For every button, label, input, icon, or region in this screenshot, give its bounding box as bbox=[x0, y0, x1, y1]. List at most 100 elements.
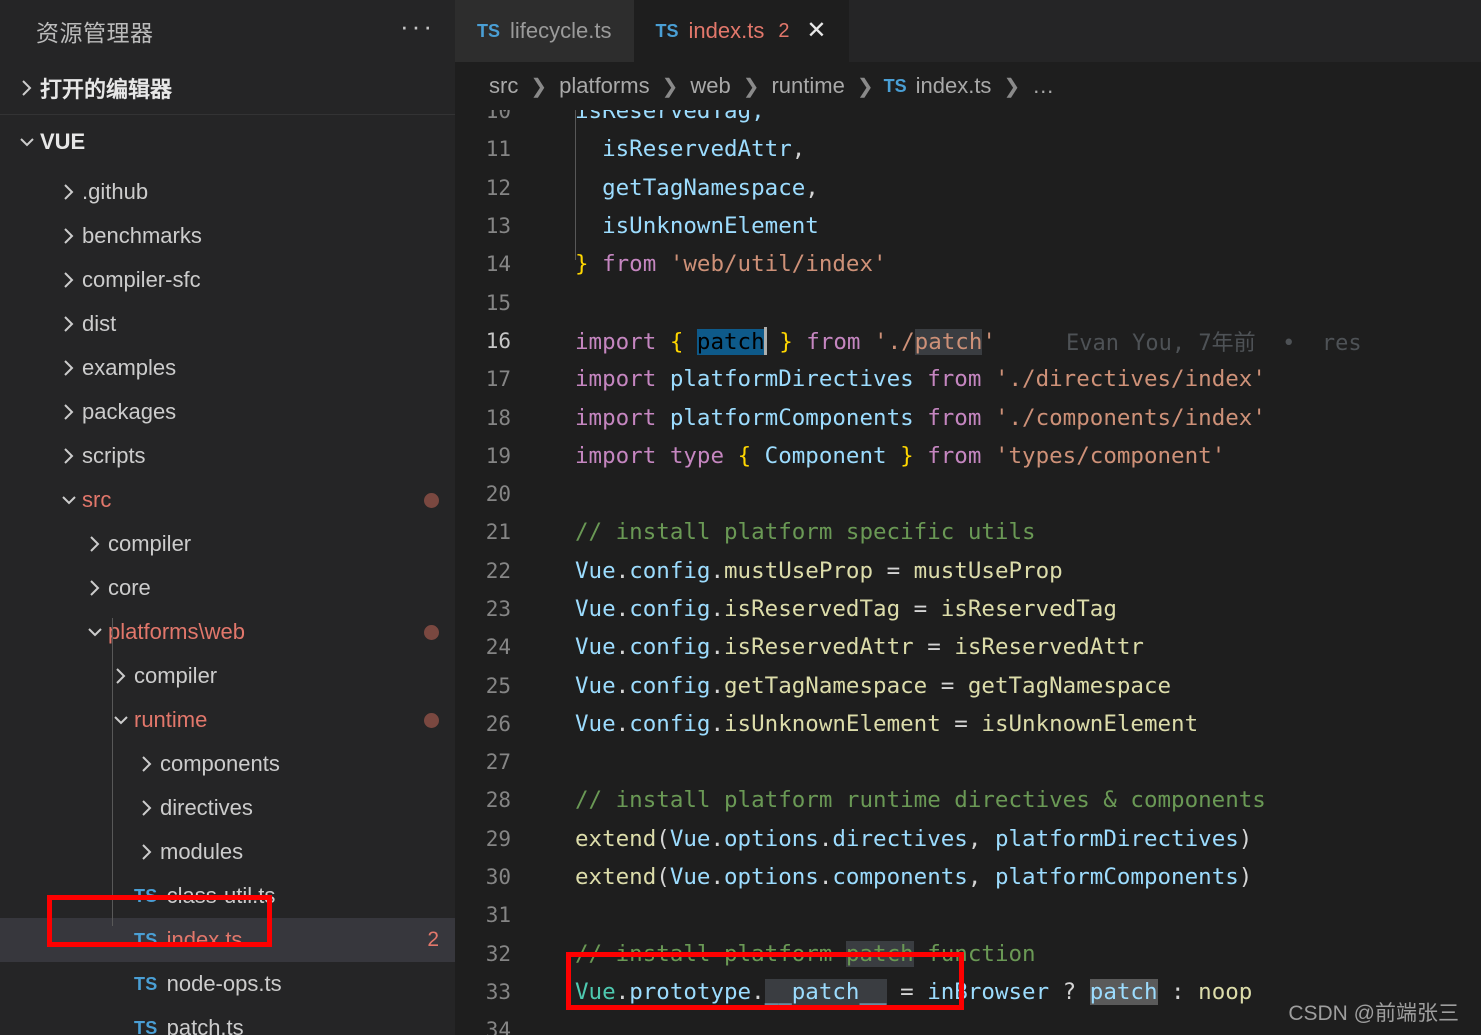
tree-item-platforms-web[interactable]: platforms\web bbox=[0, 610, 455, 654]
chevron-right-icon bbox=[56, 401, 82, 423]
breadcrumb-item[interactable]: src bbox=[487, 73, 520, 99]
tree-item-label: directives bbox=[160, 795, 253, 820]
code-line-15: 15 bbox=[455, 283, 1481, 321]
line-number: 30 bbox=[485, 865, 511, 890]
line-number: 16 bbox=[485, 328, 511, 353]
workspace-root-row[interactable]: VUE bbox=[0, 115, 455, 168]
tree-item-directives[interactable]: directives bbox=[0, 786, 455, 830]
tab-problem-count: 2 bbox=[778, 19, 790, 42]
tree-item-src[interactable]: src bbox=[0, 478, 455, 522]
tree-item-label: compiler bbox=[134, 663, 218, 688]
code-line-12: 12 getTagNamespace, bbox=[455, 169, 1481, 207]
chevron-right-icon bbox=[56, 269, 82, 291]
typescript-file-icon: TS bbox=[883, 75, 907, 96]
tree-item--github[interactable]: .github bbox=[0, 170, 455, 214]
code-line-text: import type { Component } from 'types/co… bbox=[575, 442, 1226, 469]
line-number: 22 bbox=[485, 558, 511, 583]
tab-label: lifecycle.ts bbox=[510, 18, 612, 43]
code-line-26: 26 Vue.config.isUnknownElement = isUnknow… bbox=[455, 705, 1481, 743]
tree-item-compiler[interactable]: compiler bbox=[0, 654, 455, 698]
code-line-text: Vue.config.isReservedTag = isReservedTag bbox=[575, 596, 1117, 622]
tree-item-runtime[interactable]: runtime bbox=[0, 698, 455, 742]
code-line-text: // install platform specific utils bbox=[575, 519, 1036, 546]
code-line-31: 31 bbox=[455, 896, 1481, 934]
breadcrumb-item[interactable]: web bbox=[688, 73, 732, 99]
tree-item-class-util-ts[interactable]: TS class-util.ts bbox=[0, 874, 455, 918]
code-line-text: isReservedAttr, bbox=[602, 136, 806, 163]
tree-item-benchmarks[interactable]: benchmarks bbox=[0, 214, 455, 258]
breadcrumb-ellipsis[interactable]: … bbox=[1030, 73, 1056, 99]
tree-item-label: components bbox=[160, 751, 280, 776]
typescript-file-icon: TS bbox=[134, 1017, 158, 1035]
git-modified-dot-icon bbox=[424, 624, 439, 640]
tab-label: index.ts bbox=[688, 18, 765, 43]
breadcrumb-item[interactable]: platforms bbox=[557, 73, 651, 99]
code-editor[interactable]: 10 isReservedTag, 11 isReservedAttr, 12 get… bbox=[455, 110, 1481, 1035]
code-line-11: 11 isReservedAttr, bbox=[455, 130, 1481, 168]
editor-tab-lifecycle-ts[interactable]: TS lifecycle.ts bbox=[455, 0, 634, 62]
more-actions-icon[interactable]: ··· bbox=[400, 13, 435, 41]
code-indent-guide bbox=[575, 110, 576, 260]
editor-tab-index-ts[interactable]: TS index.ts 2 ✕ bbox=[633, 0, 850, 62]
open-editors-section[interactable]: 打开的编辑器 bbox=[0, 62, 455, 115]
tree-item-core[interactable]: core bbox=[0, 566, 455, 610]
code-line-27: 27 bbox=[455, 743, 1481, 781]
tree-item-modules[interactable]: modules bbox=[0, 830, 455, 874]
chevron-right-icon bbox=[82, 577, 108, 599]
git-modified-dot-icon bbox=[424, 492, 439, 508]
code-line-text: extend(Vue.options.directives, platformD… bbox=[575, 825, 1253, 852]
tree-item-examples[interactable]: examples bbox=[0, 346, 455, 390]
tree-item-components[interactable]: components bbox=[0, 742, 455, 786]
line-number: 34 bbox=[485, 1018, 511, 1035]
tree-item-node-ops-ts[interactable]: TS node-ops.ts bbox=[0, 962, 455, 1006]
chevron-right-icon bbox=[82, 533, 108, 555]
code-line-text: extend(Vue.options.components, platformC… bbox=[575, 864, 1253, 891]
breadcrumb-file[interactable]: index.ts bbox=[914, 73, 994, 99]
line-number: 28 bbox=[485, 788, 511, 813]
code-line-text: // install platform patch function bbox=[575, 940, 1036, 967]
typescript-file-icon: TS bbox=[134, 973, 158, 994]
code-line-text: } from 'web/util/index' bbox=[575, 251, 887, 278]
line-number: 11 bbox=[485, 137, 511, 162]
editor-tab-bar: TS lifecycle.ts TS index.ts 2 ✕ bbox=[455, 0, 1481, 62]
tree-item-compiler[interactable]: compiler bbox=[0, 522, 455, 566]
line-number: 33 bbox=[485, 979, 511, 1004]
line-number: 21 bbox=[485, 520, 511, 545]
code-line-13: 13 isUnknownElement bbox=[455, 207, 1481, 245]
tree-item-index-ts[interactable]: TS index.ts 2 bbox=[0, 918, 455, 962]
tree-item-scripts[interactable]: scripts bbox=[0, 434, 455, 478]
line-number: 19 bbox=[485, 443, 511, 468]
tree-item-label: node-ops.ts bbox=[166, 971, 282, 996]
chevron-right-icon: ❯ bbox=[742, 75, 760, 98]
line-number: 29 bbox=[485, 826, 511, 851]
tree-item-patch-ts[interactable]: TS patch.ts bbox=[0, 1006, 455, 1035]
tree-item-packages[interactable]: packages bbox=[0, 390, 455, 434]
line-number: 15 bbox=[485, 290, 511, 315]
git-blame-annotation: Evan You, 7年前 • res bbox=[1065, 330, 1362, 356]
chevron-right-icon bbox=[134, 797, 160, 819]
breadcrumb-item[interactable]: runtime bbox=[769, 73, 846, 99]
tree-item-label: compiler-sfc bbox=[82, 267, 201, 292]
code-line-text: Vue.config.isUnknownElement = isUnknownE… bbox=[575, 710, 1199, 737]
close-icon[interactable]: ✕ bbox=[805, 19, 827, 43]
tree-item-dist[interactable]: dist bbox=[0, 302, 455, 346]
chevron-right-icon bbox=[56, 181, 82, 203]
code-line-10: 10 isReservedTag, bbox=[455, 110, 1481, 130]
git-modified-dot-icon bbox=[424, 712, 439, 728]
line-number: 32 bbox=[485, 941, 511, 966]
tree-item-label: class-util.ts bbox=[166, 883, 276, 908]
chevron-down-icon bbox=[14, 131, 40, 153]
code-line-14: 14} from 'web/util/index' bbox=[455, 245, 1481, 283]
tree-item-label: examples bbox=[82, 355, 177, 380]
tree-item-compiler-sfc[interactable]: compiler-sfc bbox=[0, 258, 455, 302]
